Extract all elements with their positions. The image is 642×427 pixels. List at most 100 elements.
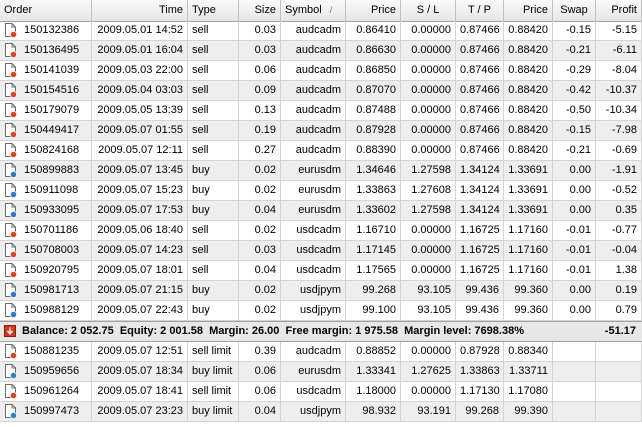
cell-cur_price: 1.17160 <box>504 241 553 260</box>
column-header-order[interactable]: Order <box>0 0 92 21</box>
cell-profit: -6.11 <box>596 41 642 60</box>
trade-row[interactable]: 150708003 2009.05.07 14:23 sell 0.03 usdcadm… <box>0 241 642 261</box>
cell-sl: 93.105 <box>401 281 456 300</box>
trade-row[interactable]: 150920795 2009.05.07 18:01 sell 0.04 usdcadm… <box>0 261 642 281</box>
cell-sl: 1.27608 <box>401 181 456 200</box>
cell-time: 2009.05.07 17:53 <box>92 201 188 220</box>
sell-order-icon <box>5 263 18 278</box>
cell-profit: 0.19 <box>596 281 642 300</box>
cell-tp: 1.16725 <box>456 221 504 240</box>
cell-type: sell <box>188 221 239 240</box>
cell-cur_price: 0.88420 <box>504 41 553 60</box>
trade-row[interactable]: 150988129 2009.05.07 22:43 buy 0.02 usdjpym 9… <box>0 301 642 321</box>
column-header-profit[interactable]: Profit <box>596 0 642 21</box>
cell-size: 0.39 <box>239 342 281 361</box>
column-header-label: Price <box>370 4 396 16</box>
trade-row[interactable]: 150701186 2009.05.06 18:40 sell 0.02 usdcadm… <box>0 221 642 241</box>
cell-profit: -0.04 <box>596 241 642 260</box>
column-header-label: Swap <box>560 4 588 16</box>
cell-sl: 1.27598 <box>401 161 456 180</box>
cell-tp: 0.87466 <box>456 21 504 40</box>
cell-cur_price: 99.360 <box>504 281 553 300</box>
cell-symbol: eurusdm <box>281 201 346 220</box>
trade-row[interactable]: 150899883 2009.05.07 13:45 buy 0.02 eurusdm 1… <box>0 161 642 181</box>
cell-swap: 0.00 <box>553 161 596 180</box>
cell-time: 2009.05.07 14:23 <box>92 241 188 260</box>
buy-order-icon <box>5 303 18 318</box>
cell-swap: -0.29 <box>553 61 596 80</box>
trade-row[interactable]: 150824168 2009.05.07 12:11 sell 0.27 audcadm… <box>0 141 642 161</box>
sell-order-icon <box>5 63 18 78</box>
pending-order-row[interactable]: 150881235 2009.05.07 12:51 sell limit 0.39 a… <box>0 342 642 362</box>
cell-time: 2009.05.07 22:43 <box>92 301 188 320</box>
cell-tp: 1.34124 <box>456 161 504 180</box>
cell-type: sell <box>188 41 239 60</box>
sell-order-icon <box>5 123 18 138</box>
column-header-label: S / L <box>416 4 440 16</box>
cell-swap <box>553 382 596 401</box>
cell-cur_price: 1.33691 <box>504 161 553 180</box>
sell-order-icon <box>5 223 18 238</box>
cell-symbol: audcadm <box>281 101 346 120</box>
trade-row[interactable]: 150911098 2009.05.07 15:23 buy 0.02 eurusdm 1… <box>0 181 642 201</box>
cell-profit: 1.38 <box>596 261 642 280</box>
cell-swap: -0.42 <box>553 81 596 100</box>
balance-summary-row[interactable]: Balance: 2 052.75 Equity: 2 001.58 Margi… <box>0 321 642 342</box>
cell-type: buy <box>188 281 239 300</box>
cell-tp: 1.34124 <box>456 181 504 200</box>
cell-price: 1.17565 <box>346 261 401 280</box>
cell-tp: 0.87928 <box>456 342 504 361</box>
cell-size: 0.06 <box>239 61 281 80</box>
trade-row[interactable]: 150449417 2009.05.07 01:55 sell 0.19 audcadm… <box>0 121 642 141</box>
cell-sl: 0.00000 <box>401 41 456 60</box>
cell-size: 0.02 <box>239 181 281 200</box>
cell-profit <box>596 362 642 381</box>
column-header-sl[interactable]: S / L <box>401 0 456 21</box>
cell-profit: -7.98 <box>596 121 642 140</box>
cell-time: 2009.05.07 12:51 <box>92 342 188 361</box>
trade-row[interactable]: 150132386 2009.05.01 14:52 sell 0.03 audcadm… <box>0 21 642 41</box>
cell-profit <box>596 342 642 361</box>
trade-row[interactable]: 150141039 2009.05.03 22:00 sell 0.06 audcadm… <box>0 61 642 81</box>
buy-order-icon <box>5 203 18 218</box>
pending-order-row[interactable]: 150997473 2009.05.07 23:23 buy limit 0.04 us… <box>0 402 642 422</box>
cell-tp: 99.436 <box>456 281 504 300</box>
cell-sl: 0.00000 <box>401 342 456 361</box>
cell-time: 2009.05.07 13:45 <box>92 161 188 180</box>
cell-cur_price: 0.88420 <box>504 61 553 80</box>
cell-cur_price: 0.88420 <box>504 101 553 120</box>
cell-price: 0.88390 <box>346 141 401 160</box>
pending-order-row[interactable]: 150959656 2009.05.07 18:34 buy limit 0.06 eu… <box>0 362 642 382</box>
column-header-size[interactable]: Size <box>239 0 281 21</box>
column-header-price[interactable]: Price <box>346 0 401 21</box>
cell-tp: 1.16725 <box>456 241 504 260</box>
trade-row[interactable]: 150136495 2009.05.01 16:04 sell 0.03 audcadm… <box>0 41 642 61</box>
cell-size: 0.06 <box>239 362 281 381</box>
cell-size: 0.02 <box>239 301 281 320</box>
trade-row[interactable]: 150933095 2009.05.07 17:53 buy 0.04 eurusdm 1… <box>0 201 642 221</box>
cell-time: 2009.05.07 12:11 <box>92 141 188 160</box>
sell-order-icon <box>5 344 18 359</box>
cell-cur_price: 99.390 <box>504 402 553 421</box>
cell-profit <box>596 402 642 421</box>
cell-profit: -8.04 <box>596 61 642 80</box>
trade-row[interactable]: 150154516 2009.05.04 03:03 sell 0.09 audcadm… <box>0 81 642 101</box>
cell-price: 0.86850 <box>346 61 401 80</box>
cell-profit: -5.15 <box>596 21 642 40</box>
cell-profit: 0.79 <box>596 301 642 320</box>
column-header-cur_price[interactable]: Price <box>504 0 553 21</box>
column-header-label: Time <box>158 4 183 16</box>
column-header-tp[interactable]: T / P <box>456 0 504 21</box>
trade-row[interactable]: 150179079 2009.05.05 13:39 sell 0.13 audcadm… <box>0 101 642 121</box>
pending-order-row[interactable]: 150961264 2009.05.07 18:41 sell limit 0.06 u… <box>0 382 642 402</box>
trade-row[interactable]: 150981713 2009.05.07 21:15 buy 0.02 usdjpym 9… <box>0 281 642 301</box>
cell-price: 99.268 <box>346 281 401 300</box>
column-header-type[interactable]: Type <box>188 0 239 21</box>
column-header-swap[interactable]: Swap <box>553 0 596 21</box>
table-header: Order Time Type Size Symbol / Price S / L T / P P… <box>0 0 642 22</box>
cell-symbol: audcadm <box>281 41 346 60</box>
column-header-symbol[interactable]: Symbol / <box>281 0 346 21</box>
buy-order-icon <box>5 283 18 298</box>
cell-price: 1.33863 <box>346 181 401 200</box>
column-header-time[interactable]: Time <box>92 0 188 21</box>
